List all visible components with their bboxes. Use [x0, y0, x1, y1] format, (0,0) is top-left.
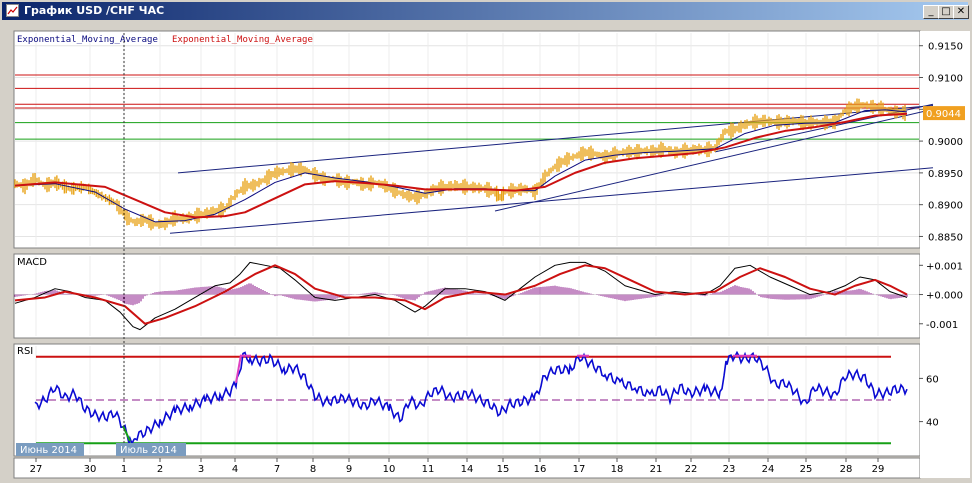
day-label: 7 — [274, 464, 280, 475]
day-label: 4 — [232, 464, 238, 475]
day-label: 18 — [611, 464, 624, 475]
day-label: 2 — [157, 464, 163, 475]
price-tick-label: 0.9150 — [928, 42, 963, 53]
price-tick-label: 0.9100 — [928, 74, 963, 85]
day-label: 8 — [310, 464, 316, 475]
rsi-label: RSI — [17, 346, 33, 357]
price-tick-label: 0.8950 — [928, 169, 963, 180]
day-label: 25 — [800, 464, 813, 475]
day-label: 30 — [84, 464, 97, 475]
day-label: 15 — [497, 464, 510, 475]
chart-area[interactable]: 0.91500.91000.90500.90000.89500.89000.88… — [0, 0, 972, 483]
day-label: 1 — [121, 464, 127, 475]
macd-tick-label: +0.000 — [926, 291, 963, 302]
chart-window: График USD /CHF ЧАС _ □ ✕ 0.9150 0.9100 0.… — [0, 0, 972, 483]
day-label: 11 — [422, 464, 435, 475]
last-price-label: 0.9044 — [926, 109, 961, 120]
month-label: Июнь 2014 — [20, 445, 77, 456]
day-label: 16 — [534, 464, 547, 475]
day-label: 9 — [346, 464, 352, 475]
legend-ema-slow: Exponential_Moving_Average — [172, 35, 313, 45]
legend-ema-fast: Exponential_Moving_Average — [17, 35, 158, 45]
price-tick-label: 0.8900 — [928, 201, 963, 212]
day-label: 27 — [30, 464, 43, 475]
month-label: Июль 2014 — [120, 445, 177, 456]
day-label: 21 — [650, 464, 663, 475]
price-tick-label: 0.8850 — [928, 232, 963, 243]
day-label: 10 — [383, 464, 396, 475]
macd-tick-label: +0.001 — [926, 261, 963, 272]
rsi-tick-label: 60 — [926, 374, 939, 385]
day-label: 22 — [685, 464, 698, 475]
day-label: 24 — [762, 464, 775, 475]
day-label: 14 — [461, 464, 474, 475]
day-label: 17 — [573, 464, 586, 475]
day-label: 29 — [872, 464, 885, 475]
macd-label: MACD — [17, 257, 47, 268]
macd-tick-label: -0.001 — [926, 320, 958, 331]
price-axis — [920, 31, 970, 478]
price-tick-label: 0.9000 — [928, 137, 963, 148]
day-label: 23 — [723, 464, 736, 475]
rsi-tick-label: 40 — [926, 418, 939, 429]
day-label: 3 — [198, 464, 204, 475]
day-label: 28 — [840, 464, 853, 475]
